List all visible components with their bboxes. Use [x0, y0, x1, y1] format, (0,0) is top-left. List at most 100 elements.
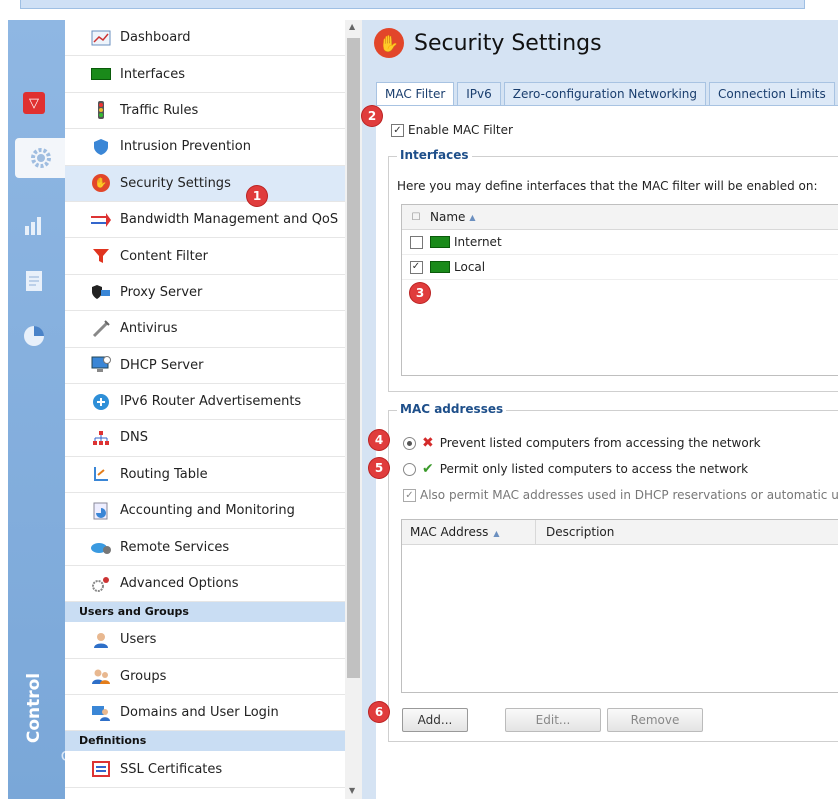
sidebar-item-users[interactable]: Users [65, 622, 345, 659]
sidebar-item-content-filter[interactable]: Content Filter [65, 238, 345, 275]
enable-mac-filter-checkbox[interactable]: ✓ [391, 124, 404, 137]
monitor-icon [90, 356, 112, 374]
sidebar-scrollbar[interactable]: ▲ ▼ [345, 20, 362, 799]
top-toolbar-strip [20, 0, 805, 9]
row-checkbox[interactable] [409, 235, 423, 249]
also-permit-checkbox[interactable]: ✓ [403, 489, 416, 502]
sidebar-item-label: Security Settings [120, 175, 231, 191]
sidebar-section-header: Users and Groups [65, 602, 345, 623]
sidebar-item-dhcp-server[interactable]: DHCP Server [65, 348, 345, 384]
interfaces-description: Here you may define interfaces that the … [397, 179, 818, 193]
mac-address-column-label: MAC Address [410, 525, 489, 539]
tab-mac-filter[interactable]: MAC Filter [376, 82, 455, 107]
description-column-header[interactable]: Description [536, 525, 614, 539]
sidebar-item-label: DHCP Server [120, 357, 204, 373]
sidebar-item-interfaces[interactable]: Interfaces [65, 56, 345, 93]
sidebar-section-header: Definitions [65, 731, 345, 752]
row-checkbox[interactable]: ✓ [409, 260, 423, 274]
sidebar-item-ssl-certificates[interactable]: SSL Certificates [65, 751, 345, 788]
app-rail: ▽ KerioControl [8, 20, 103, 799]
hand-stop-icon: ✋ [90, 174, 112, 193]
prevent-radio-row[interactable]: ✖ Prevent listed computers from accessing… [403, 435, 761, 451]
prevent-radio[interactable] [403, 437, 416, 450]
select-all-icon[interactable]: ☐ [402, 212, 430, 223]
traffic-light-icon [90, 101, 112, 120]
configuration-gear-icon[interactable] [28, 145, 54, 171]
router-icon [90, 393, 112, 411]
sidebar-item-advanced-options[interactable]: Advanced Options [65, 566, 345, 603]
sidebar-item-antivirus[interactable]: Antivirus [65, 311, 345, 348]
mac-address-column-header[interactable]: MAC Address ▲ [402, 520, 536, 544]
sidebar-item-label: Users [120, 632, 157, 648]
page-title: ✋ Security Settings [374, 28, 602, 58]
status-bars-icon[interactable] [21, 212, 47, 238]
sidebar-item-proxy-server[interactable]: Proxy Server [65, 275, 345, 312]
funnel-icon [90, 247, 112, 265]
scroll-thumb[interactable] [347, 38, 360, 678]
tab-ipv6[interactable]: IPv6 [457, 82, 501, 105]
tab-zero-configuration[interactable]: Zero-configuration Networking [503, 82, 707, 105]
scroll-down-arrow-icon[interactable]: ▼ [349, 786, 355, 795]
statistics-pie-icon[interactable] [21, 323, 47, 349]
sidebar-item-label: Proxy Server [120, 284, 203, 300]
step-marker-5: 5 [369, 458, 389, 478]
top-band [0, 0, 838, 20]
kerio-logo-icon[interactable]: ▽ [21, 90, 47, 116]
group-icon [90, 667, 112, 685]
table-row[interactable]: ✓ Local [402, 255, 838, 280]
edit-button[interactable]: Edit... [505, 708, 601, 732]
proxy-icon [90, 283, 112, 301]
prevent-label: Prevent listed computers from accessing … [439, 436, 761, 450]
sidebar-item-domains-and-user-login[interactable]: Domains and User Login [65, 695, 345, 732]
sidebar-item-groups[interactable]: Groups [65, 659, 345, 696]
routing-icon [90, 465, 112, 483]
name-column-header[interactable]: Name [430, 210, 465, 224]
main-content: ✋ Security Settings MAC Filter IPv6 Zero… [362, 20, 838, 800]
red-x-icon: ✖ [422, 435, 434, 451]
sidebar-item-intrusion-prevention[interactable]: Intrusion Prevention [65, 129, 345, 166]
scroll-up-arrow-icon[interactable]: ▲ [349, 22, 355, 31]
sidebar-item-routing-table[interactable]: Routing Table [65, 457, 345, 494]
interfaces-legend: Interfaces [397, 148, 472, 162]
mac-grid-header: MAC Address ▲ Description [402, 520, 838, 545]
gears-icon [90, 575, 112, 593]
sidebar-item-dashboard[interactable]: Dashboard [65, 20, 345, 57]
enable-mac-filter-row[interactable]: ✓ Enable MAC Filter [391, 123, 513, 137]
cloud-gear-icon [90, 538, 112, 556]
sort-ascending-icon: ▲ [469, 212, 476, 222]
sidebar-item-security-settings[interactable]: ✋ Security Settings [65, 165, 345, 202]
add-button[interactable]: Add... [402, 708, 468, 732]
network-tree-icon [90, 429, 112, 447]
sidebar-item-label: Content Filter [120, 248, 209, 264]
tab-connection-limits[interactable]: Connection Limits [709, 82, 835, 105]
sidebar-item-traffic-rules[interactable]: Traffic Rules [65, 93, 345, 130]
interfaces-fieldset: Interfaces Here you may define interface… [388, 148, 838, 392]
sidebar-item-label: Bandwidth Management and QoS [120, 212, 339, 228]
sidebar-item-label: Dashboard [120, 30, 191, 46]
sidebar-item-label: Domains and User Login [120, 705, 279, 721]
brand-bold: Control [24, 672, 44, 744]
interfaces-icon [90, 65, 112, 83]
sidebar-item-bandwidth-management-and-qos[interactable]: Bandwidth Management and QoS [65, 202, 345, 239]
sidebar-item-dns[interactable]: DNS [65, 420, 345, 457]
permit-radio[interactable] [403, 463, 416, 476]
step-marker-2: 2 [362, 106, 382, 126]
mac-addresses-legend: MAC addresses [397, 402, 507, 416]
interfaces-grid-header: ☐ Name ▲ [402, 205, 838, 230]
table-row[interactable]: Internet [402, 230, 838, 255]
sidebar-item-accounting-and-monitoring[interactable]: Accounting and Monitoring [65, 493, 345, 530]
sidebar-item-remote-services[interactable]: Remote Services [65, 529, 345, 566]
sidebar-item-ipv6-router-advertisements[interactable]: IPv6 Router Advertisements [65, 384, 345, 421]
bandwidth-icon [90, 211, 112, 229]
logs-document-icon[interactable] [21, 268, 47, 294]
hand-stop-icon: ✋ [374, 28, 404, 58]
dashboard-icon [90, 29, 112, 47]
remove-button[interactable]: Remove [607, 708, 703, 732]
also-permit-row[interactable]: ✓ Also permit MAC addresses used in DHCP … [403, 488, 838, 502]
sidebar-item-label: Traffic Rules [120, 102, 199, 118]
enable-mac-filter-label: Enable MAC Filter [408, 123, 513, 137]
domain-user-icon [90, 704, 112, 722]
interfaces-grid: ☐ Name ▲ Internet ✓ Local [401, 204, 838, 376]
permit-radio-row[interactable]: ✔ Permit only listed computers to access … [403, 461, 748, 477]
sidebar-item-label: Intrusion Prevention [120, 139, 251, 155]
